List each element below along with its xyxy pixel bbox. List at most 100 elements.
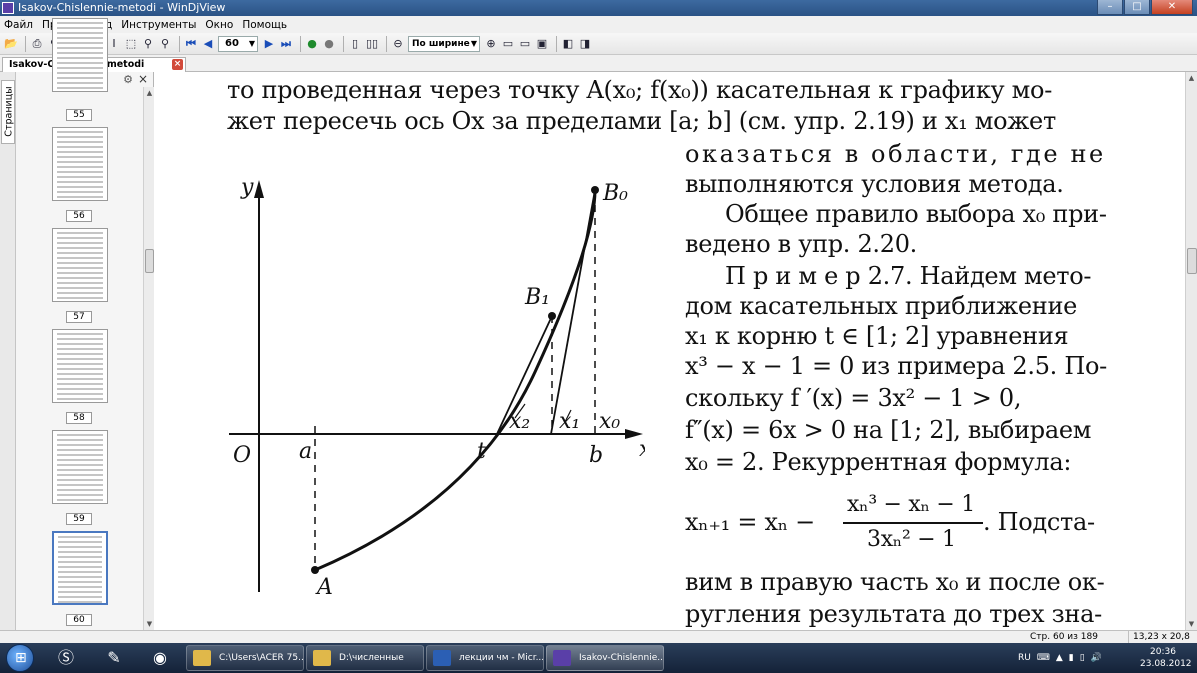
volume-icon[interactable]: 🔊 <box>1091 643 1102 673</box>
tab-pages[interactable]: Страницы <box>1 80 15 144</box>
page-thumbnail-current[interactable] <box>52 531 108 605</box>
label-origin: O <box>233 443 251 468</box>
close-window-button[interactable]: ✕ <box>1151 0 1193 15</box>
skype-icon[interactable]: Ⓢ <box>46 645 86 671</box>
forward-icon[interactable]: ● <box>322 37 336 51</box>
taskbar-item[interactable]: D:\численные <box>306 645 424 671</box>
thumbnail-page-number: 55 <box>66 109 92 121</box>
scroll-down-icon[interactable]: ▼ <box>1186 618 1197 630</box>
folder-icon <box>193 650 211 666</box>
maximize-button[interactable]: □ <box>1124 0 1150 15</box>
taskbar: ⊞ Ⓢ ✎ ◉ C:\Users\ACER 75... D:\численные… <box>0 643 1197 673</box>
battery-icon[interactable]: ▯ <box>1080 643 1085 673</box>
text-line: f″(x) = 6x > 0 на [1; 2], выбираем <box>685 416 1092 444</box>
close-tab-icon[interactable]: × <box>172 59 183 70</box>
clock-date: 23.08.2012 <box>1140 659 1192 669</box>
text-line: жет пересечь ось Ox за пределами [a; b] … <box>227 107 1056 135</box>
fit-width-icon[interactable]: ▭ <box>518 37 532 51</box>
panel-close-icon[interactable]: × <box>138 72 148 86</box>
single-page-icon[interactable]: ▯ <box>348 37 362 51</box>
scroll-down-icon[interactable]: ▼ <box>144 618 155 630</box>
two-page-icon[interactable]: ▯▯ <box>365 37 379 51</box>
menu-tools[interactable]: Инструменты <box>121 19 196 31</box>
back-icon[interactable]: ● <box>305 37 319 51</box>
thumbnail-page-number: 58 <box>66 412 92 424</box>
panel-settings-icon[interactable]: ⚙ <box>123 73 133 86</box>
document-scrollbar[interactable]: ▲ ▼ <box>1185 72 1197 630</box>
point-a-curve <box>311 566 319 574</box>
language-indicator[interactable]: RU <box>1018 643 1031 673</box>
text-line: оказаться в области, где не <box>685 140 1106 168</box>
layers-icon[interactable]: ◨ <box>578 37 592 51</box>
label-x0: x₀ <box>599 409 620 434</box>
keyboard-icon[interactable]: ⌨ <box>1037 643 1050 673</box>
taskbar-item[interactable]: C:\Users\ACER 75... <box>186 645 304 671</box>
text-line: то проведенная через точку A(x₀; f(x₀)) … <box>227 76 1053 104</box>
firefox-icon[interactable]: ◉ <box>140 645 180 671</box>
scroll-up-icon[interactable]: ▲ <box>1186 72 1197 84</box>
zoom-rect-icon[interactable]: ⚲ <box>158 37 172 51</box>
display-mode-icon[interactable]: ◧ <box>561 37 575 51</box>
label-t: t <box>477 439 486 464</box>
fit-page-icon[interactable]: ▭ <box>501 37 515 51</box>
taskbar-item-active[interactable]: Isakov-Chislennie... <box>546 645 664 671</box>
folder-icon <box>313 650 331 666</box>
taskbar-item[interactable]: лекции чм - Micr... <box>426 645 544 671</box>
tools-icon[interactable]: ✎ <box>94 645 134 671</box>
zoom-select[interactable]: По ширине ▼ <box>408 35 480 52</box>
text-line: x³ − x − 1 = 0 из примера 2.5. По- <box>685 352 1107 380</box>
last-page-icon[interactable]: ⏭ <box>279 37 293 51</box>
menu-window[interactable]: Окно <box>205 19 233 31</box>
scrollbar-thumb[interactable] <box>1187 248 1197 274</box>
zoom-tool-icon[interactable]: ⚲ <box>141 37 155 51</box>
thumbnail-page-number: 59 <box>66 513 92 525</box>
function-curve <box>314 189 597 572</box>
y-axis-arrow <box>254 180 264 198</box>
actual-size-icon[interactable]: ▣ <box>535 37 549 51</box>
prev-page-icon[interactable]: ◀ <box>201 37 215 51</box>
print-icon[interactable]: ⎙ <box>30 37 44 51</box>
clock[interactable]: 20:36 23.08.2012 <box>1140 646 1192 670</box>
open-folder-icon[interactable]: 📂 <box>4 37 18 51</box>
menu-help[interactable]: Помощь <box>242 19 287 31</box>
tab-bar: Isakov-Chislennie-metodi × <box>0 55 1197 72</box>
label-a: a <box>299 439 312 464</box>
scrollbar-thumb[interactable] <box>145 249 154 273</box>
page-thumbnail[interactable] <box>52 329 108 403</box>
system-tray: RU ⌨ ▲ ▮ ▯ 🔊 <box>1018 643 1108 673</box>
minimize-button[interactable]: – <box>1097 0 1123 15</box>
zoom-in-icon[interactable]: ⊕ <box>484 37 498 51</box>
formula-lhs: xₙ₊₁ = xₙ − <box>685 508 815 536</box>
network-icon[interactable]: ▮ <box>1069 643 1074 673</box>
text-line: дом касательных приближение <box>685 292 1078 320</box>
scroll-up-icon[interactable]: ▲ <box>144 87 155 99</box>
first-page-icon[interactable]: ⏮ <box>184 37 198 51</box>
rect-select-icon[interactable]: ⬚ <box>124 37 138 51</box>
select-tool-icon[interactable]: I <box>107 37 121 51</box>
menu-file[interactable]: Файл <box>4 19 33 31</box>
thumbnail-scrollbar[interactable]: ▲ ▼ <box>143 87 154 630</box>
zoom-out-icon[interactable]: ⊖ <box>391 37 405 51</box>
windjview-icon <box>553 650 571 666</box>
thumbnail-page-number: 56 <box>66 210 92 222</box>
start-button[interactable]: ⊞ <box>6 644 34 672</box>
page-thumbnail[interactable] <box>52 18 108 92</box>
page-thumbnail[interactable] <box>52 228 108 302</box>
page-thumbnail[interactable] <box>52 430 108 504</box>
point-b0 <box>591 186 599 194</box>
page-thumbnail[interactable] <box>52 127 108 201</box>
text-line: П р и м е р 2.7. Найдем мето- <box>725 262 1092 290</box>
fraction-bar <box>843 522 983 524</box>
thumbnail-page-number: 57 <box>66 311 92 323</box>
tray-expand-icon[interactable]: ▲ <box>1056 643 1063 673</box>
next-page-icon[interactable]: ▶ <box>262 37 276 51</box>
menu-bar: Файл Правка Вид Инструменты Окно Помощь <box>0 16 1197 33</box>
label-x1: x₁ <box>559 409 580 434</box>
page-number-input[interactable]: 60 ▼ <box>218 35 258 52</box>
label-x2: x₂ <box>509 409 530 434</box>
label-b: b <box>589 443 603 468</box>
label-y: y <box>240 175 254 200</box>
text-line: x₁ к корню t ∈ [1; 2] уравнения <box>685 322 1069 350</box>
label-point-b0: B₀ <box>602 181 628 206</box>
label-point-b1: B₁ <box>524 285 550 310</box>
